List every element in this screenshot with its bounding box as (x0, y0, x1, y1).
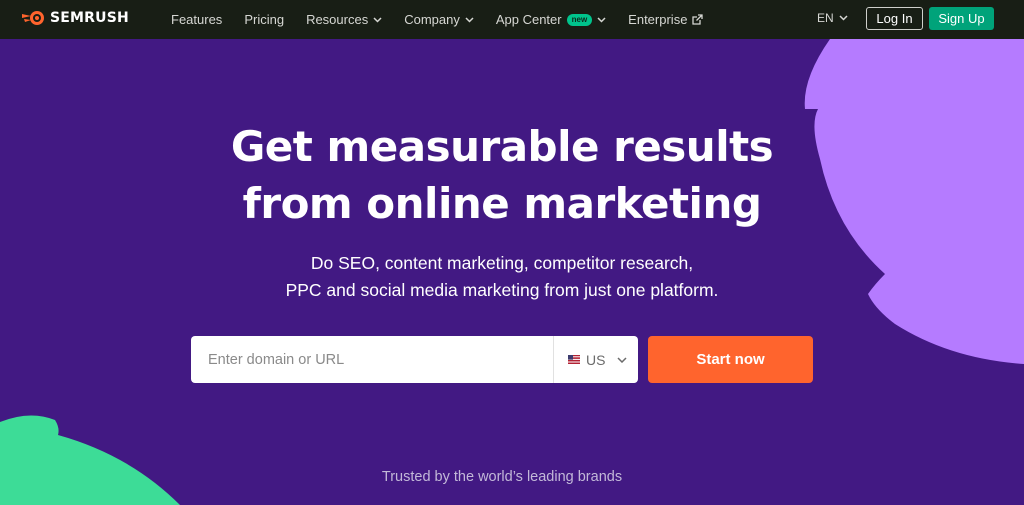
chevron-down-icon (839, 15, 848, 21)
chevron-down-icon (617, 356, 627, 363)
domain-search-box: US (191, 336, 638, 383)
headline-line-2: from online marketing (242, 179, 762, 228)
brand-name: SEMRUSH (50, 10, 129, 26)
nav-item-resources[interactable]: Resources (306, 12, 382, 27)
semrush-fire-icon (22, 11, 44, 25)
country-label: US (586, 351, 606, 368)
nav-label: Pricing (244, 12, 285, 27)
subhead-line-2: PPC and social media marketing from just… (285, 280, 719, 300)
nav-label: App Center (495, 12, 562, 27)
nav-item-app-center[interactable]: App Center new (496, 12, 606, 27)
nav-item-pricing[interactable]: Pricing (244, 12, 284, 27)
hero-subheading: Do SEO, content marketing, competitor re… (0, 250, 1004, 304)
subhead-line-1: Do SEO, content marketing, competitor re… (310, 253, 694, 273)
language-selector[interactable]: EN (817, 11, 848, 25)
nav-label: Company (404, 12, 460, 27)
start-now-button[interactable]: Start now (648, 336, 813, 383)
nav-label: Features (171, 12, 223, 27)
nav-label: Enterprise (628, 12, 688, 27)
login-button[interactable]: Log In (866, 7, 923, 30)
main-nav: Features Pricing Resources Company App C… (171, 0, 725, 39)
hero-headline: Get measurable results from online marke… (0, 118, 1004, 232)
headline-line-1: Get measurable results (230, 122, 774, 171)
external-link-icon (692, 14, 704, 25)
nav-label: Resources (306, 12, 369, 27)
chevron-down-icon (373, 16, 382, 23)
decorative-green-shape (0, 410, 190, 505)
country-selector[interactable]: US (554, 336, 627, 383)
new-badge: new (566, 13, 593, 26)
chevron-down-icon (465, 16, 474, 23)
top-navigation-bar: SEMRUSH Features Pricing Resources Compa… (0, 0, 1024, 39)
nav-item-company[interactable]: Company (404, 12, 474, 27)
signup-button[interactable]: Sign Up (929, 7, 994, 30)
nav-item-features[interactable]: Features (171, 12, 222, 27)
semrush-logo[interactable]: SEMRUSH (22, 10, 129, 26)
us-flag-icon (568, 355, 580, 364)
nav-item-enterprise[interactable]: Enterprise (628, 12, 704, 27)
domain-search-input[interactable] (191, 336, 554, 383)
language-label: EN (817, 11, 834, 25)
chevron-down-icon (597, 16, 606, 23)
trusted-by-text: Trusted by the world’s leading brands (381, 469, 623, 485)
